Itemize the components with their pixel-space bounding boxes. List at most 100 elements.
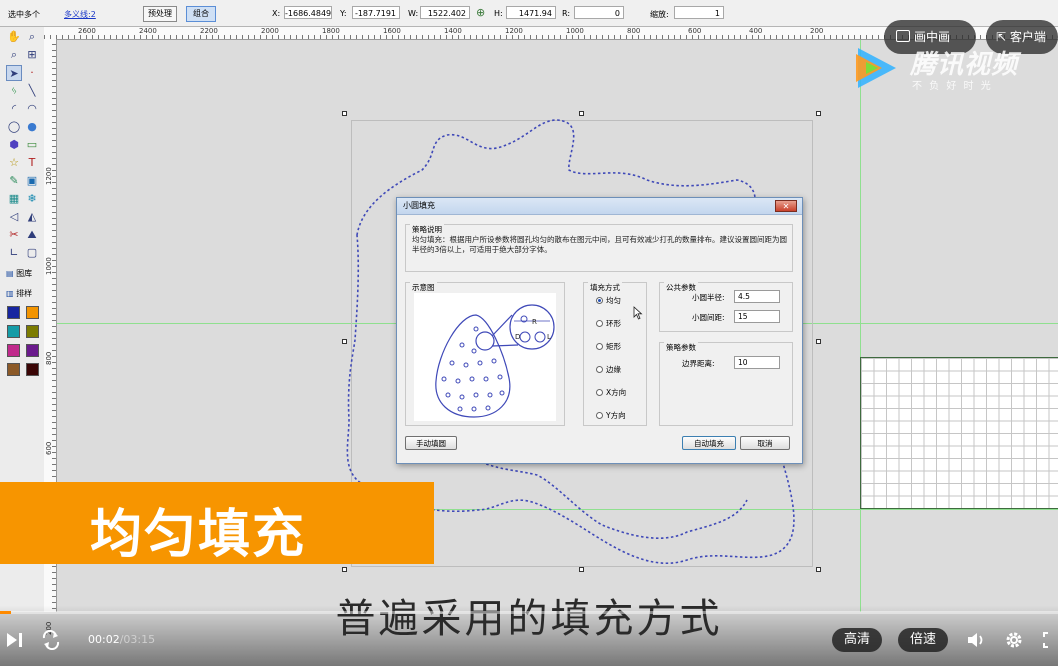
fill-mode-radio[interactable]: 均匀 — [596, 295, 621, 306]
flip-tool-icon[interactable]: ◭ — [24, 209, 40, 225]
arc-tool-icon[interactable]: ◜ — [6, 101, 22, 117]
fill-mode-label: 矩形 — [606, 342, 621, 351]
stack-tool-icon[interactable]: ⛰ — [24, 227, 40, 243]
progress-bar[interactable] — [0, 611, 1058, 614]
zoom-field[interactable]: 1 — [674, 6, 724, 19]
grid-tool-icon[interactable]: ▦ — [6, 191, 22, 207]
ruler-tick-label: 1000 — [566, 27, 584, 35]
select-arrow-icon[interactable]: ➤ — [6, 65, 22, 81]
strategy-group: 策略说明 均匀填充：根据用户所设参数将圆孔均匀的散布在图元中间，且可有效减少打孔… — [405, 224, 793, 272]
layout-icon: ▥ — [6, 289, 14, 298]
pip-label: 画中画 — [914, 30, 951, 44]
color-swatch[interactable] — [26, 363, 39, 376]
color-swatch[interactable] — [26, 344, 39, 357]
color-swatch[interactable] — [7, 325, 20, 338]
point-tool-icon[interactable]: · — [24, 65, 40, 81]
strategy-params-group: 策略参数 边界距离: 10 — [659, 342, 793, 426]
ruler-tick-label: 2600 — [78, 27, 96, 35]
node-edit-icon[interactable]: ᛃ — [6, 83, 22, 99]
color-swatch[interactable] — [26, 306, 39, 319]
color-swatch[interactable] — [26, 325, 39, 338]
fill-mode-radio[interactable]: 边缘 — [596, 364, 621, 375]
diagram-group-label: 示意图 — [410, 282, 437, 293]
zoom-tool-icon[interactable]: ⌕ — [24, 29, 40, 45]
library-button[interactable]: ▤ 图库 — [6, 267, 42, 281]
subtitle-heading: 均匀填充 — [90, 505, 307, 565]
spacing-input[interactable]: 15 — [734, 310, 780, 323]
multiline-link[interactable]: 多义线:2 — [64, 9, 96, 20]
radio-dot-icon — [596, 412, 603, 419]
layout-grid-panel[interactable] — [860, 357, 1058, 509]
video-brand-logo-icon — [856, 48, 896, 88]
border-distance-label: 边界距离: — [682, 359, 715, 368]
pen-tool-icon[interactable]: ✎ — [6, 173, 22, 189]
auto-fill-button[interactable]: 自动填充 — [682, 436, 736, 450]
settings-gear-icon[interactable] — [1004, 630, 1024, 650]
ruler-tick-label: 2000 — [261, 27, 279, 35]
y-label: Y: — [340, 9, 347, 18]
ruler-tick-label: 1400 — [444, 27, 462, 35]
frame-tool-icon[interactable]: ▢ — [24, 245, 40, 261]
fullscreen-icon[interactable] — [1042, 630, 1058, 650]
fit-view-icon[interactable]: ⊞ — [24, 47, 40, 63]
combine-button[interactable]: 组合 — [186, 6, 216, 22]
fill-mode-label: 环形 — [606, 319, 621, 328]
speed-button[interactable]: 倍速 — [898, 628, 948, 652]
lock-ratio-icon[interactable]: ⊕ — [476, 6, 485, 19]
color-swatch[interactable] — [7, 306, 20, 319]
snowflake-tool-icon[interactable]: ❄ — [24, 191, 40, 207]
fill-mode-radio[interactable]: X方向 — [596, 387, 626, 398]
zoom-label: 缩放: — [650, 10, 669, 19]
ruler-tick-label: 1200 — [505, 27, 523, 35]
loop-icon[interactable] — [40, 630, 62, 650]
color-swatch[interactable] — [7, 344, 20, 357]
dialog-close-button[interactable]: ✕ — [775, 200, 797, 212]
manual-fill-button[interactable]: 手动填圆 — [405, 436, 457, 450]
radio-dot-icon — [596, 320, 603, 327]
quality-button[interactable]: 高清 — [832, 628, 882, 652]
fill-mode-group: 填充方式 均匀 环形 矩形 边缘 X方向 Y方向 — [583, 282, 647, 426]
color-swatch[interactable] — [7, 363, 20, 376]
external-icon: ⇱ — [996, 30, 1007, 44]
play-next-icon[interactable] — [6, 631, 24, 649]
cancel-button[interactable]: 取消 — [740, 436, 790, 450]
curve-tool-icon[interactable]: ◠ — [24, 101, 40, 117]
fill-diagram: R D L — [414, 293, 556, 421]
polygon-tool-icon[interactable]: ⬢ — [6, 137, 22, 153]
preprocess-button[interactable]: 预处理 — [143, 6, 177, 22]
zoom-out-tool-icon[interactable]: ⌕ — [6, 47, 22, 63]
h-field[interactable]: 1471.94 — [506, 6, 556, 19]
volume-icon[interactable] — [966, 630, 988, 650]
y-field[interactable]: -187.7191 — [352, 6, 400, 19]
radius-input[interactable]: 4.5 — [734, 290, 780, 303]
fill-mode-radio[interactable]: 矩形 — [596, 341, 621, 352]
r-field[interactable]: 0 — [574, 6, 624, 19]
w-field[interactable]: 1522.402 — [420, 6, 470, 19]
fill-mode-radio[interactable]: 环形 — [596, 318, 621, 329]
image-tool-icon[interactable]: ▣ — [24, 173, 40, 189]
mirror-tool-icon[interactable]: ◁ — [6, 209, 22, 225]
brand-slogan: 不 负 好 时 光 — [912, 81, 993, 92]
layout-button[interactable]: ▥ 排样 — [6, 287, 42, 301]
text-tool-icon[interactable]: T — [24, 155, 40, 171]
measure-tool-icon[interactable]: ∟ — [6, 245, 22, 261]
mouse-cursor-icon — [633, 306, 643, 320]
circle-fill-tool-icon[interactable]: ● — [24, 119, 40, 135]
x-field[interactable]: -1686.4849 — [284, 6, 332, 19]
rectangle-tool-icon[interactable]: ▭ — [24, 137, 40, 153]
ellipse-tool-icon[interactable]: ◯ — [6, 119, 22, 135]
cut-tool-icon[interactable]: ✂ — [6, 227, 22, 243]
ruler-tick-label: 800 — [45, 351, 53, 365]
ruler-tick-label: 1800 — [322, 27, 340, 35]
radio-dot-icon — [596, 366, 603, 373]
star-tool-icon[interactable]: ☆ — [6, 155, 22, 171]
border-distance-input[interactable]: 10 — [734, 356, 780, 369]
subtitle-banner: 均匀填充 — [0, 482, 434, 565]
diagram-label-l: L — [547, 333, 551, 341]
fill-mode-radio[interactable]: Y方向 — [596, 410, 626, 421]
hand-tool-icon[interactable]: ✋ — [6, 29, 22, 45]
line-tool-icon[interactable]: ╲ — [24, 83, 40, 99]
ruler-tick-label: 600 — [688, 27, 702, 35]
fill-mode-label: X方向 — [606, 388, 627, 397]
r-label: R: — [562, 9, 571, 18]
